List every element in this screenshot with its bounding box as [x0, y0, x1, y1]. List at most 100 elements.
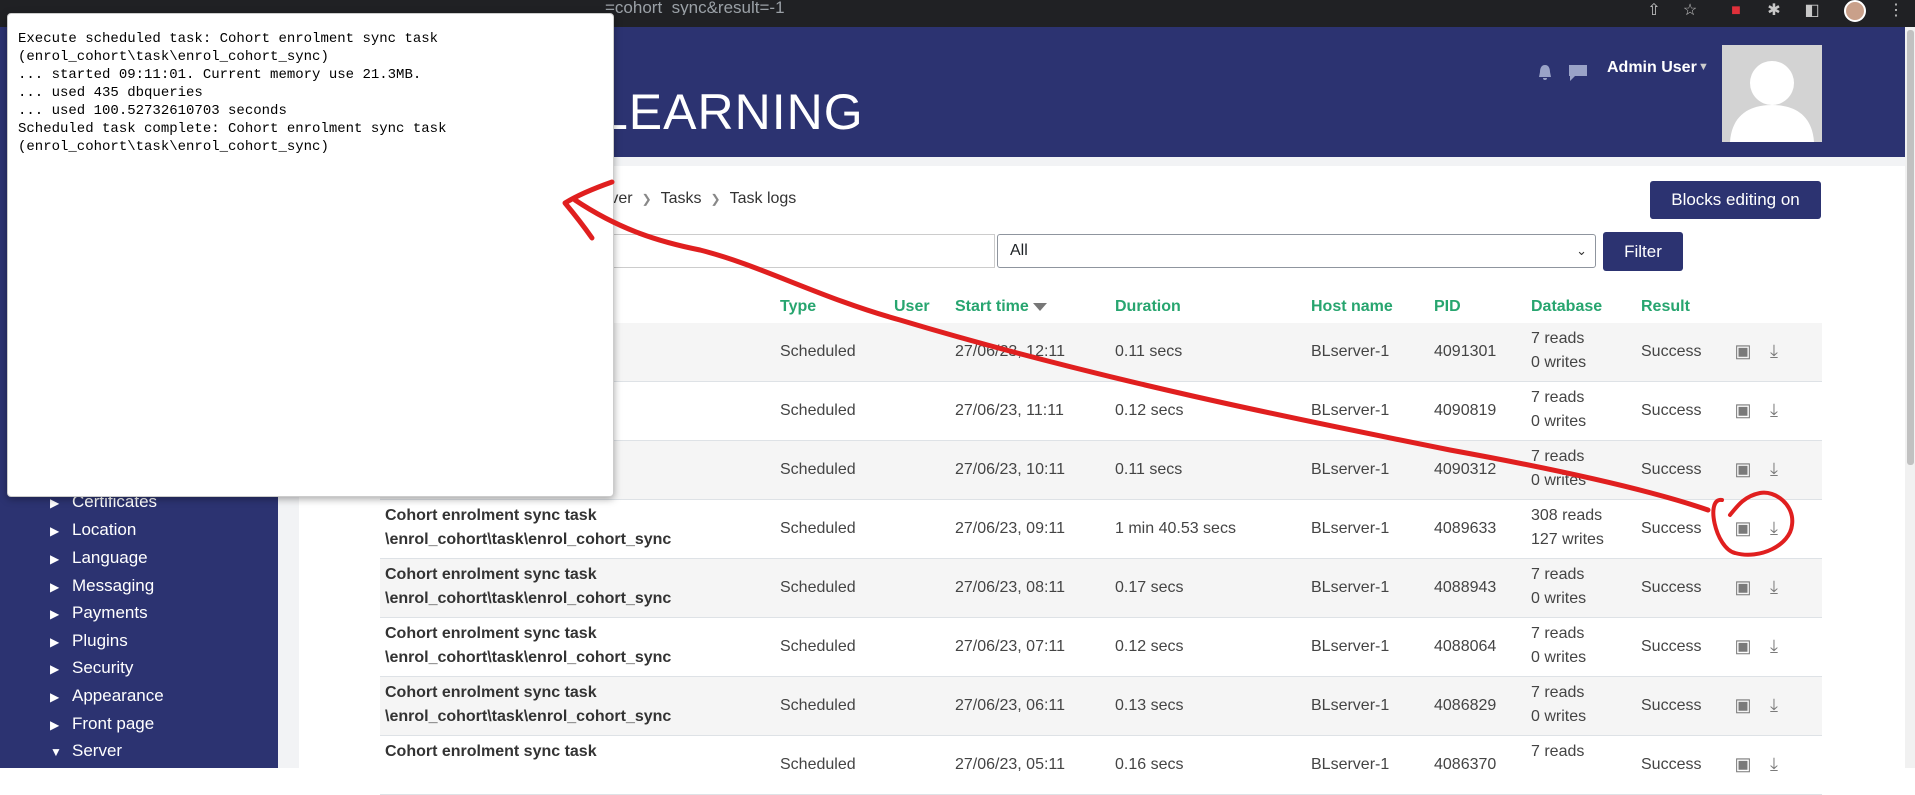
binoculars-icon[interactable]: ▣	[1732, 459, 1754, 479]
sidebar-item-appearance[interactable]: ▶ Appearance	[50, 683, 164, 709]
download-icon[interactable]: ⤓	[1763, 400, 1785, 420]
search-input[interactable]	[590, 234, 995, 268]
binoculars-icon[interactable]: ▣	[1732, 754, 1754, 774]
browser-profile-avatar[interactable]	[1844, 0, 1866, 22]
sidebar-item-label: Language	[72, 548, 148, 567]
sidepanel-icon[interactable]: ◧	[1803, 3, 1821, 19]
scrollbar-thumb[interactable]	[1907, 30, 1914, 465]
avatar[interactable]	[1722, 45, 1822, 142]
download-icon[interactable]: ⤓	[1763, 577, 1785, 597]
task-log-popup-window[interactable]: Execute scheduled task: Cohort enrolment…	[7, 13, 614, 497]
column-header-pid[interactable]: PID	[1434, 298, 1461, 316]
result: Success	[1641, 520, 1702, 537]
db-writes: 127 writes	[1531, 531, 1604, 548]
binoculars-icon[interactable]: ▣	[1732, 341, 1754, 361]
binoculars-icon[interactable]: ▣	[1732, 695, 1754, 715]
download-icon[interactable]: ⤓	[1763, 695, 1785, 715]
filter-button[interactable]: Filter	[1603, 232, 1683, 271]
column-header-result[interactable]: Result	[1641, 298, 1690, 316]
sidebar-item-payments[interactable]: ▶ Payments	[50, 600, 148, 626]
start-time: 27/06/23, 05:11	[955, 756, 1066, 773]
sidebar-item-server[interactable]: ▼ Server	[50, 738, 122, 764]
sidebar-item-security[interactable]: ▶ Security	[50, 655, 133, 681]
download-icon[interactable]: ⤓	[1763, 459, 1785, 479]
task-log-output: Execute scheduled task: Cohort enrolment…	[18, 31, 447, 155]
duration: 0.13 secs	[1115, 697, 1184, 714]
host-name: BLserver-1	[1311, 756, 1390, 773]
sidebar-item-language[interactable]: ▶ Language	[50, 545, 148, 571]
pid: 4086370	[1434, 756, 1497, 773]
messages-chat-icon[interactable]	[1567, 63, 1589, 83]
binoculars-icon[interactable]: ▣	[1732, 636, 1754, 656]
sidebar-item-label: Plugins	[72, 631, 128, 650]
notifications-bell-icon[interactable]	[1535, 63, 1555, 83]
db-writes: 0 writes	[1531, 708, 1587, 725]
caret-right-icon: ▶	[50, 607, 60, 621]
sidebar-item-location[interactable]: ▶ Location	[50, 517, 136, 543]
task-type: Scheduled	[780, 461, 856, 478]
pid: 4088943	[1434, 579, 1497, 596]
bookmark-star-icon[interactable]: ☆	[1681, 3, 1699, 19]
column-header-start-time[interactable]: Start time	[955, 298, 1047, 316]
duration: 0.12 secs	[1115, 402, 1184, 419]
sidebar-item-plugins[interactable]: ▶ Plugins	[50, 628, 128, 654]
result-filter-value: All	[1010, 242, 1028, 259]
pid: 4086829	[1434, 697, 1497, 714]
binoculars-icon[interactable]: ▣	[1732, 400, 1754, 420]
download-icon[interactable]: ⤓	[1763, 754, 1785, 774]
breadcrumb-item-task-logs[interactable]: Task logs	[730, 190, 797, 207]
host-name: BLserver-1	[1311, 697, 1390, 714]
sidebar-item-label: Location	[72, 520, 137, 539]
share-icon[interactable]: ⇧	[1645, 3, 1663, 19]
table-row: Cohort enrolment sync task \enrol_cohort…	[380, 677, 1822, 736]
task-type: Scheduled	[780, 579, 856, 596]
download-icon[interactable]: ⤓	[1763, 341, 1785, 361]
sidebar-item-label: Payments	[72, 603, 148, 622]
column-header-duration[interactable]: Duration	[1115, 298, 1181, 316]
column-header-user[interactable]: User	[894, 298, 930, 316]
task-classname: \enrol_cohort\task\enrol_cohort_sync	[385, 531, 672, 548]
duration: 0.11 secs	[1115, 461, 1183, 478]
sidebar-item-front-page[interactable]: ▶ Front page	[50, 711, 154, 737]
address-bar[interactable]: =cohort_sync&result=-1	[605, 0, 785, 15]
result: Success	[1641, 638, 1702, 655]
db-reads: 7 reads	[1531, 684, 1585, 701]
extension-icon[interactable]: ■	[1727, 3, 1745, 19]
task-name: Cohort enrolment sync task	[385, 684, 597, 701]
chevron-right-icon: ❯	[641, 192, 652, 206]
caret-right-icon: ▶	[50, 690, 60, 704]
breadcrumb-item-tasks[interactable]: Tasks	[661, 190, 702, 207]
start-time: 27/06/23, 09:11	[955, 520, 1066, 537]
duration: 0.16 secs	[1115, 756, 1184, 773]
duration: 1 min 40.53 secs	[1115, 520, 1236, 537]
db-reads: 308 reads	[1531, 507, 1603, 524]
caret-right-icon: ▶	[50, 580, 60, 594]
column-header-host-name[interactable]: Host name	[1311, 298, 1393, 316]
result: Success	[1641, 461, 1702, 478]
sidebar-item-label: Server	[72, 741, 123, 760]
site-title[interactable]: LEARNING	[600, 83, 864, 141]
table-row: Cohort enrolment sync task Scheduled 27/…	[380, 736, 1822, 795]
download-icon[interactable]: ⤓	[1763, 636, 1785, 656]
blocks-editing-button[interactable]: Blocks editing on	[1650, 181, 1821, 219]
db-reads: 7 reads	[1531, 330, 1585, 347]
binoculars-icon[interactable]: ▣	[1732, 518, 1754, 538]
sidebar-item-messaging[interactable]: ▶ Messaging	[50, 573, 154, 599]
binoculars-icon[interactable]: ▣	[1732, 577, 1754, 597]
user-menu[interactable]: Admin User	[1607, 59, 1697, 77]
task-name: Cohort enrolment sync task	[385, 507, 597, 524]
column-header-type[interactable]: Type	[780, 298, 816, 316]
browser-menu-icon[interactable]: ⋮	[1887, 3, 1905, 19]
db-writes: 0 writes	[1531, 354, 1587, 371]
download-icon[interactable]: ⤓	[1763, 518, 1785, 538]
db-writes: 0 writes	[1531, 472, 1587, 489]
column-header-database[interactable]: Database	[1531, 298, 1602, 316]
result-filter-select[interactable]: All ⌄	[997, 234, 1596, 268]
chevron-down-icon[interactable]: ▼	[1698, 61, 1709, 73]
pid: 4091301	[1434, 343, 1497, 360]
host-name: BLserver-1	[1311, 520, 1390, 537]
result: Success	[1641, 697, 1702, 714]
pid: 4089633	[1434, 520, 1497, 537]
task-type: Scheduled	[780, 520, 856, 537]
puzzle-icon[interactable]: ✱	[1765, 3, 1783, 19]
